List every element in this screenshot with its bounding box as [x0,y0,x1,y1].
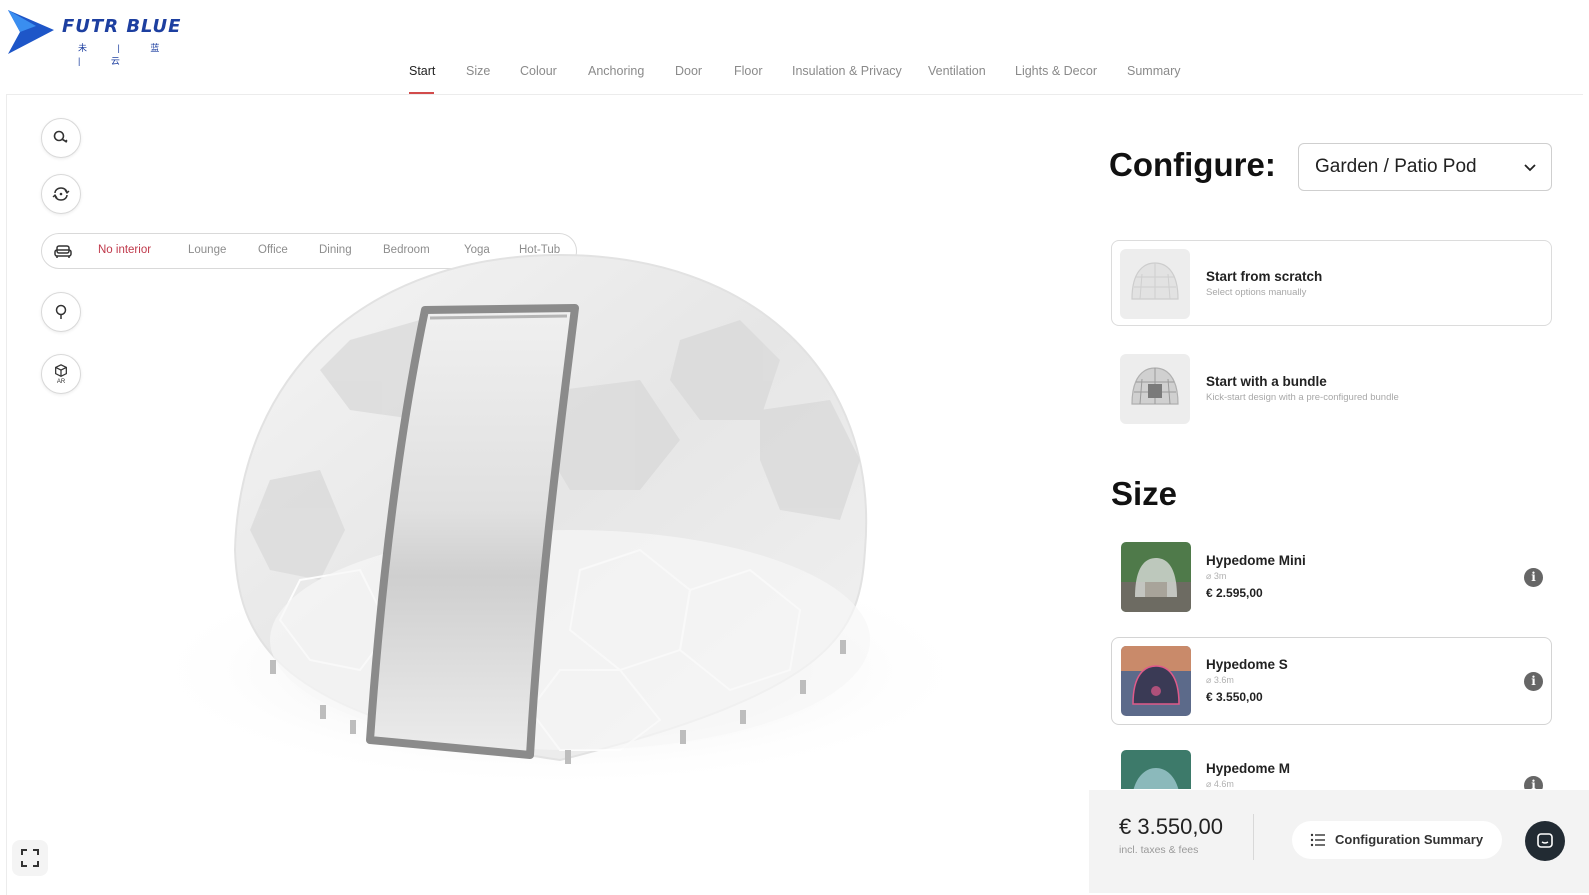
size-name: Hypedome S [1206,657,1288,672]
bundle-thumbnail [1120,354,1190,424]
zoom-button[interactable] [41,118,81,158]
chat-button[interactable] [1525,821,1565,861]
scratch-title: Start from scratch [1206,269,1323,284]
tab-summary[interactable]: Summary [1127,64,1180,78]
size-option-mini[interactable]: Hypedome Mini ⌀ 3m € 2.595,00 i [1111,533,1552,621]
configure-title: Configure: [1109,146,1276,183]
mini-thumbnail [1121,542,1191,612]
fullscreen-icon [21,849,39,867]
total-price: € 3.550,00 [1119,814,1223,839]
fullscreen-button[interactable] [12,840,48,876]
zoom-icon [53,130,68,143]
list-icon [1310,833,1325,847]
chevron-down-icon [1524,164,1536,172]
arrow-logo-icon [8,10,54,54]
sofa-icon [54,245,72,258]
pod-type-value: Garden / Patio Pod [1315,156,1477,177]
size-diameter: ⌀ 4.6m [1206,779,1234,789]
divider [1253,814,1254,860]
size-name: Hypedome M [1206,761,1291,776]
info-icon[interactable]: i [1524,568,1543,587]
price-note: incl. taxes & fees [1119,844,1199,856]
dome-3d-model[interactable] [120,250,1000,810]
bundle-title: Start with a bundle [1206,374,1327,389]
m-thumbnail [1121,750,1191,789]
chat-icon [1537,833,1553,848]
summary-label: Configuration Summary [1335,832,1484,847]
step-navigation: Start Size Colour Anchoring Door Floor I… [0,62,1589,94]
size-price: € 2.595,00 [1206,586,1263,600]
tab-size[interactable]: Size [466,64,490,78]
size-option-s[interactable]: Hypedome S ⌀ 3.6m € 3.550,00 i [1111,637,1552,725]
info-icon[interactable]: i [1524,776,1543,789]
tab-floor[interactable]: Floor [734,64,762,78]
scratch-thumbnail [1120,249,1190,319]
size-diameter: ⌀ 3m [1206,571,1227,581]
tab-anchoring[interactable]: Anchoring [588,64,644,78]
size-price: € 3.550,00 [1206,690,1263,704]
pod-type-select[interactable]: Garden / Patio Pod [1298,143,1552,191]
bundle-subtitle: Kick-start design with a pre-configured … [1206,392,1399,403]
ar-label: AR [56,379,66,385]
size-diameter: ⌀ 3.6m [1206,675,1234,685]
info-icon[interactable]: i [1524,672,1543,691]
environment-button[interactable] [41,292,81,332]
cube-ar-icon [55,364,67,378]
tab-lights-decor[interactable]: Lights & Decor [1015,64,1097,78]
tab-ventilation[interactable]: Ventilation [928,64,986,78]
start-from-scratch-card[interactable]: Start from scratch Select options manual… [1111,240,1552,326]
size-option-m[interactable]: Hypedome M ⌀ 4.6m i [1111,741,1552,790]
price-summary-bar: € 3.550,00 incl. taxes & fees Configurat… [1089,790,1589,893]
ar-button[interactable]: AR [41,354,81,394]
tab-insulation-privacy[interactable]: Insulation & Privacy [792,64,902,78]
start-with-bundle-card[interactable]: Start with a bundle Kick-start design wi… [1111,345,1552,431]
brand-logo[interactable]: FUTR BLUE 未 | 蓝 | 云 [6,8,196,66]
brand-name: FUTR BLUE [62,16,182,37]
scratch-subtitle: Select options manually [1206,287,1307,298]
rotate-icon [52,187,70,201]
tab-start[interactable]: Start [409,64,435,78]
tab-colour[interactable]: Colour [520,64,557,78]
size-section-title: Size [1111,475,1178,512]
tab-door[interactable]: Door [675,64,702,78]
tree-icon [55,304,67,319]
rotate-button[interactable] [41,174,81,214]
configuration-summary-button[interactable]: Configuration Summary [1292,821,1502,859]
size-name: Hypedome Mini [1206,553,1306,568]
s-thumbnail [1121,646,1191,716]
